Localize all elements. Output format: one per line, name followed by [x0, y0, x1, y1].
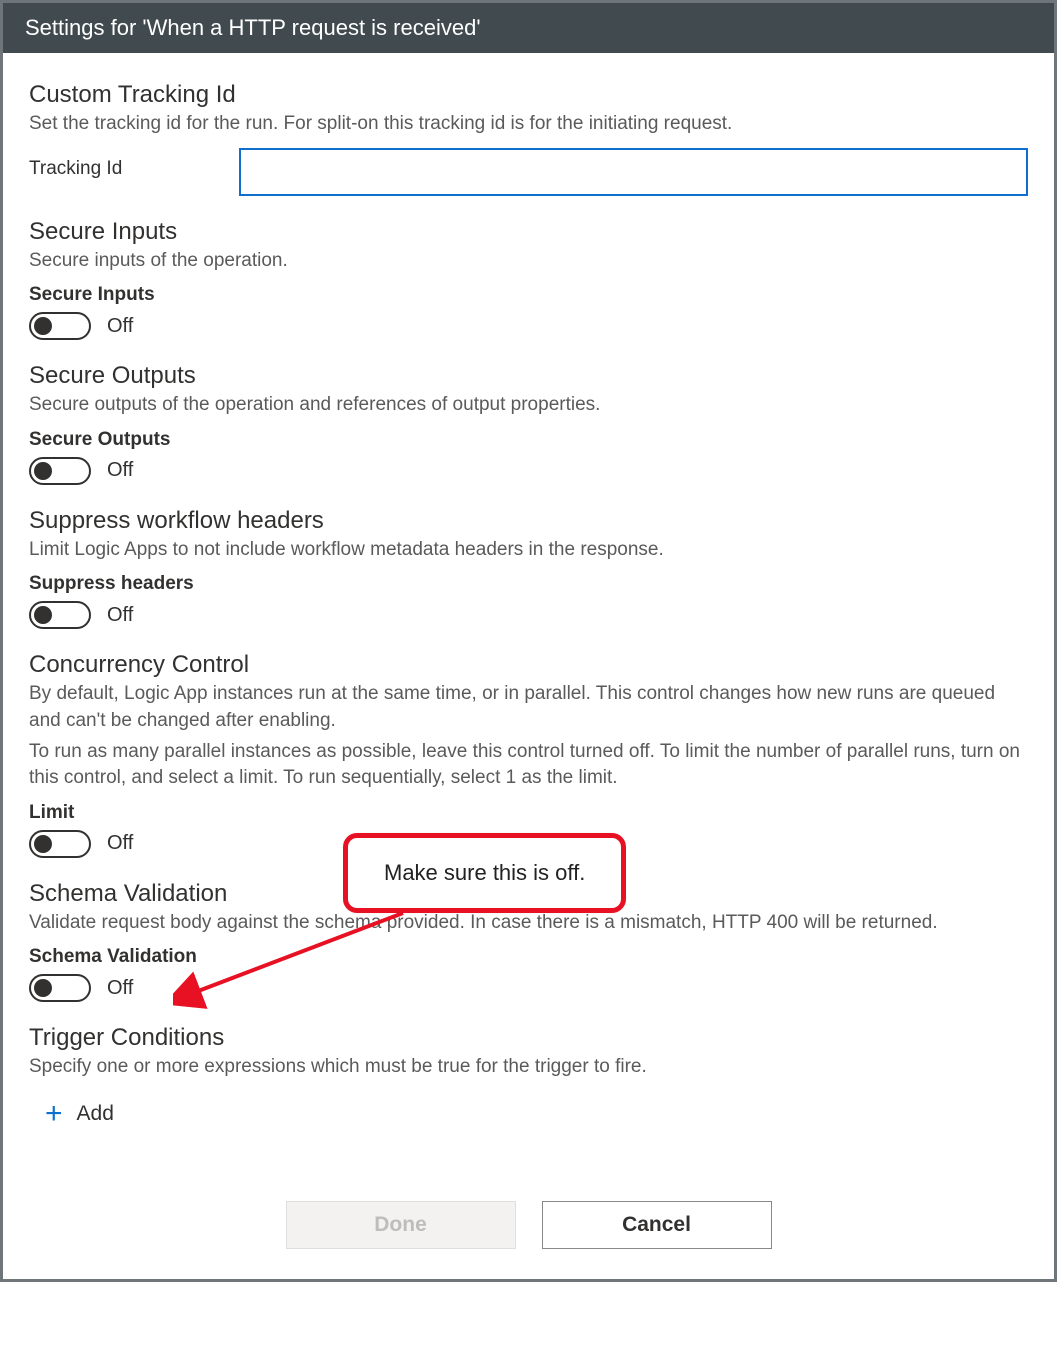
toggle-knob-icon	[34, 835, 52, 853]
toggle-row: Off	[29, 601, 1028, 629]
section-title: Secure Outputs	[29, 362, 1028, 390]
toggle-label: Suppress headers	[29, 573, 1028, 595]
toggle-knob-icon	[34, 317, 52, 335]
secure-outputs-toggle[interactable]	[29, 457, 91, 485]
toggle-state-text: Off	[107, 832, 133, 855]
toggle-row: Off	[29, 312, 1028, 340]
dialog-content: Custom Tracking Id Set the tracking id f…	[3, 53, 1054, 1161]
annotation-callout: Make sure this is off.	[343, 833, 626, 913]
section-description: Secure outputs of the operation and refe…	[29, 392, 1028, 419]
toggle-state-text: Off	[107, 977, 133, 1000]
toggle-label: Secure Outputs	[29, 429, 1028, 451]
section-title: Custom Tracking Id	[29, 81, 1028, 109]
add-trigger-condition-button[interactable]: + Add	[45, 1099, 114, 1129]
section-suppress-headers: Suppress workflow headers Limit Logic Ap…	[29, 507, 1028, 630]
section-concurrency: Concurrency Control By default, Logic Ap…	[29, 651, 1028, 857]
tracking-id-label: Tracking Id	[29, 148, 219, 180]
section-description: By default, Logic App instances run at t…	[29, 681, 1028, 734]
section-description: Specify one or more expressions which mu…	[29, 1054, 1028, 1081]
cancel-button[interactable]: Cancel	[542, 1201, 772, 1249]
toggle-knob-icon	[34, 462, 52, 480]
concurrency-limit-toggle[interactable]	[29, 830, 91, 858]
section-description: Validate request body against the schema…	[29, 910, 1028, 937]
toggle-row: Off	[29, 457, 1028, 485]
section-title: Concurrency Control	[29, 651, 1028, 679]
section-title: Secure Inputs	[29, 218, 1028, 246]
section-description: To run as many parallel instances as pos…	[29, 739, 1028, 792]
toggle-label: Secure Inputs	[29, 284, 1028, 306]
section-secure-inputs: Secure Inputs Secure inputs of the opera…	[29, 218, 1028, 341]
tracking-id-row: Tracking Id	[29, 148, 1028, 196]
toggle-label: Limit	[29, 802, 1028, 824]
tracking-id-input[interactable]	[239, 148, 1028, 196]
toggle-row: Off	[29, 974, 1028, 1002]
section-description: Secure inputs of the operation.	[29, 248, 1028, 275]
add-label: Add	[77, 1102, 114, 1126]
section-title: Trigger Conditions	[29, 1024, 1028, 1052]
toggle-knob-icon	[34, 606, 52, 624]
suppress-headers-toggle[interactable]	[29, 601, 91, 629]
toggle-state-text: Off	[107, 315, 133, 338]
secure-inputs-toggle[interactable]	[29, 312, 91, 340]
toggle-knob-icon	[34, 979, 52, 997]
plus-icon: +	[45, 1099, 63, 1129]
done-button[interactable]: Done	[286, 1201, 516, 1249]
section-title: Suppress workflow headers	[29, 507, 1028, 535]
section-trigger-conditions: Trigger Conditions Specify one or more e…	[29, 1024, 1028, 1129]
schema-validation-toggle[interactable]	[29, 974, 91, 1002]
section-secure-outputs: Secure Outputs Secure outputs of the ope…	[29, 362, 1028, 485]
section-description: Set the tracking id for the run. For spl…	[29, 111, 1028, 138]
section-description: Limit Logic Apps to not include workflow…	[29, 537, 1028, 564]
toggle-state-text: Off	[107, 604, 133, 627]
dialog-title: Settings for 'When a HTTP request is rec…	[3, 3, 1054, 53]
annotation-text: Make sure this is off.	[384, 860, 585, 885]
dialog-footer: Done Cancel	[3, 1161, 1054, 1279]
toggle-label: Schema Validation	[29, 946, 1028, 968]
toggle-state-text: Off	[107, 459, 133, 482]
section-custom-tracking-id: Custom Tracking Id Set the tracking id f…	[29, 81, 1028, 196]
settings-dialog: Settings for 'When a HTTP request is rec…	[0, 0, 1057, 1282]
